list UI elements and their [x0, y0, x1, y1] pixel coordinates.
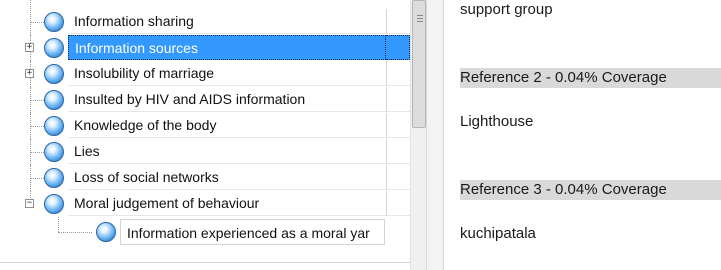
grip-line [417, 18, 423, 19]
tree-divider [0, 262, 410, 263]
tree-guide-line [58, 232, 92, 233]
node-icon [44, 12, 64, 32]
node-column-cell [386, 35, 410, 60]
tree-row-selected[interactable]: + Information sources [0, 35, 410, 61]
document-view: support group Reference 2 - 0.04% Covera… [444, 0, 721, 270]
node-column-cell [386, 165, 410, 190]
tree-guide-line [58, 217, 59, 232]
coded-text: Lighthouse [460, 113, 534, 130]
tree-row[interactable]: − Moral judgement of behaviour [0, 191, 410, 217]
scrollbar-thumb[interactable] [412, 0, 426, 128]
expand-icon[interactable]: + [25, 69, 34, 78]
node-label: Information sources [68, 35, 386, 60]
node-icon [96, 222, 116, 242]
node-column-cell [386, 113, 410, 138]
node-column-cell [386, 139, 410, 164]
coded-text: support group [460, 1, 553, 18]
node-icon [44, 90, 64, 110]
node-column-cell [386, 191, 410, 216]
node-icon [44, 168, 64, 188]
tree-row[interactable]: Lies [0, 139, 410, 165]
node-tree-panel: Information sharing + Information source… [0, 0, 426, 270]
node-label: Insulted by HIV and AIDS information [68, 87, 386, 112]
grip-line [417, 21, 423, 22]
tree-row-child[interactable]: Information experienced as a moral yar [0, 217, 410, 251]
node-column-cell [386, 9, 410, 34]
tree-row[interactable]: Insulted by HIV and AIDS information [0, 87, 410, 113]
expand-icon[interactable]: + [25, 43, 34, 52]
node-icon [44, 142, 64, 162]
tree-guide-line [30, 0, 31, 35]
node-label: Moral judgement of behaviour [68, 191, 386, 216]
node-column-cell [386, 61, 410, 86]
tree-row[interactable]: + Insolubility of marriage [0, 61, 410, 87]
node-label-editing[interactable]: Information experienced as a moral yar [120, 219, 385, 245]
node-label: Lies [68, 139, 386, 164]
tree-row[interactable]: Loss of social networks [0, 165, 410, 191]
reference-header: Reference 2 - 0.04% Coverage [460, 68, 721, 88]
tree-row[interactable]: Information sharing [0, 0, 410, 35]
node-icon [44, 64, 64, 84]
node-label: Loss of social networks [68, 165, 386, 190]
reference-header: Reference 3 - 0.04% Coverage [460, 180, 721, 200]
panel-splitter[interactable] [426, 0, 444, 270]
tree-row[interactable]: Knowledge of the body [0, 113, 410, 139]
collapse-icon[interactable]: − [25, 199, 34, 208]
coded-text: kuchipatala [460, 225, 536, 242]
node-label: Information sharing [68, 9, 386, 34]
grip-line [417, 15, 423, 16]
node-icon [44, 116, 64, 136]
vertical-scrollbar[interactable] [410, 0, 426, 270]
node-label: Insolubility of marriage [68, 61, 386, 86]
node-icon [44, 194, 64, 214]
node-column-cell [386, 87, 410, 112]
node-label: Knowledge of the body [68, 113, 386, 138]
node-icon [44, 38, 64, 58]
